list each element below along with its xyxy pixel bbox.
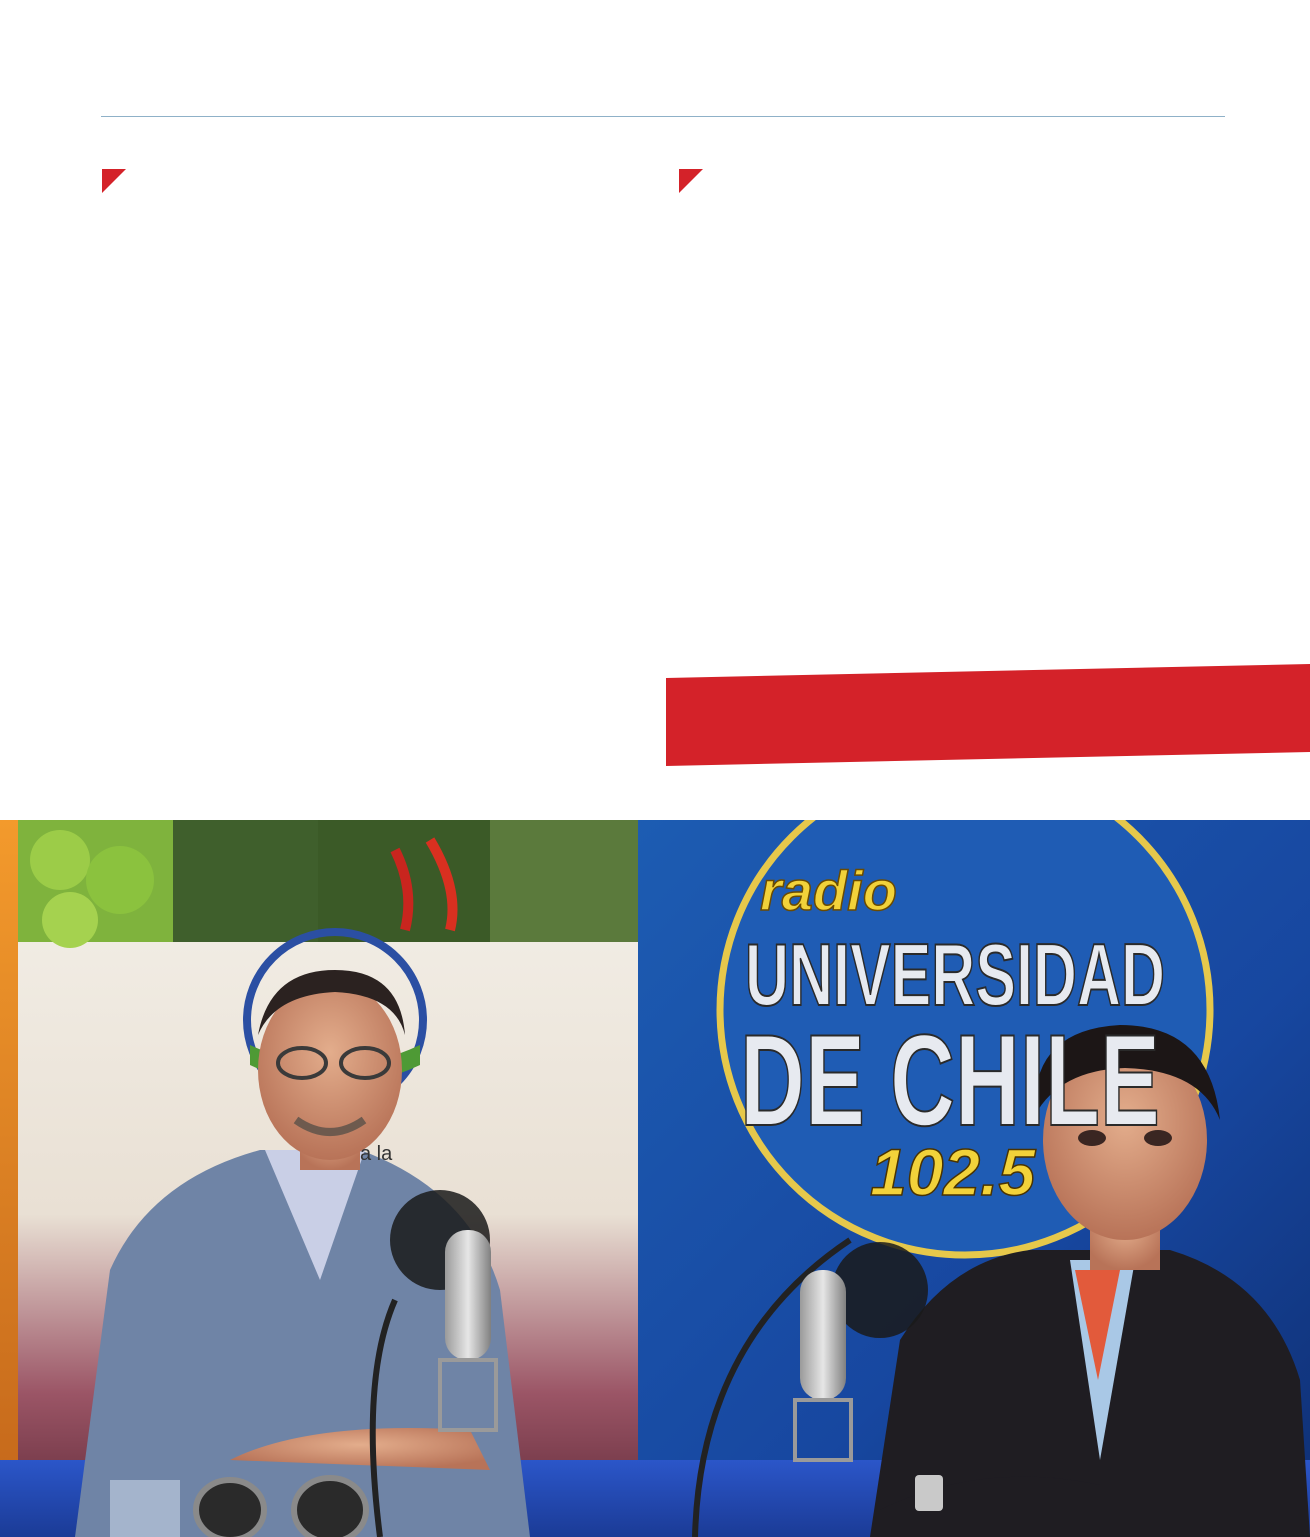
header-divider <box>101 116 1225 117</box>
backdrop-left-text: a la <box>360 1143 393 1165</box>
red-banner <box>666 664 1310 766</box>
backdrop-frequency: 102.5 <box>870 1135 1036 1209</box>
section-marker-left <box>102 169 126 193</box>
radio-studio-photo: a la radio UNIVERSIDAD DE CHILE 102.5 <box>0 820 1310 1537</box>
backdrop-radio-word: radio <box>760 859 897 922</box>
section-marker-right <box>679 169 703 193</box>
backdrop-de-chile-word: DE CHILE <box>740 1007 1160 1153</box>
